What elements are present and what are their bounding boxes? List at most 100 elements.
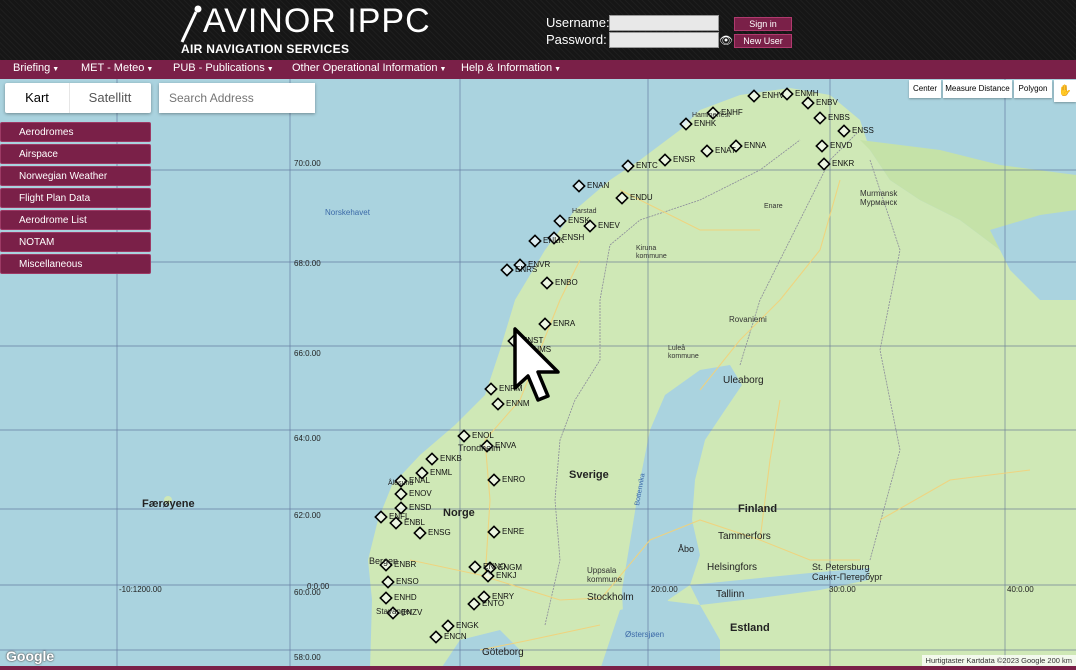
aerodrome-label: ENBV [816, 98, 838, 107]
logo-title: AVINOR IPPC [203, 2, 431, 40]
side-item-norwegian-weather[interactable]: Norwegian Weather [0, 166, 151, 186]
map-type-control: Kart Satellitt [5, 83, 151, 113]
grid-label-lat: 62:0.00 [294, 511, 321, 520]
aerodrome-label: ENBS [828, 113, 850, 122]
measure-distance-button[interactable]: Measure Distance [943, 80, 1012, 98]
aerodrome-label: ENVA [495, 441, 517, 450]
label-enare: Enare [764, 203, 783, 210]
label-tammerfors: Tammerfors [718, 531, 771, 542]
aerodrome-label: ENKB [440, 454, 462, 463]
aerodrome-label: ENOL [472, 431, 494, 440]
aerodrome-label: ENVD [830, 141, 853, 150]
side-menu: Aerodromes Airspace Norwegian Weather Fl… [0, 122, 151, 276]
label-rovaniemi: Rovaniemi [729, 315, 767, 324]
side-item-aerodrome-list[interactable]: Aerodrome List [0, 210, 151, 230]
grid-label-lat: 66:0.00 [294, 349, 321, 358]
aerodrome-label: ENOV [409, 489, 432, 498]
nav-other-ops[interactable]: Other Operational Information ▼ [292, 62, 446, 74]
aerodrome-marker-enrs[interactable] [500, 263, 514, 277]
side-item-notam[interactable]: NOTAM [0, 232, 151, 252]
map-type-kart[interactable]: Kart [5, 83, 70, 113]
nav-pub[interactable]: PUB - Publications ▼ [173, 62, 274, 74]
label-uleaborg: Uleaborg [723, 375, 764, 386]
grid-label-lon: 40:0.00 [1007, 585, 1034, 594]
aerodrome-label: ENAL [409, 476, 430, 485]
aerodrome-label: ENBR [394, 560, 417, 569]
aerodrome-marker-enlk[interactable] [528, 234, 542, 248]
aerodrome-label: ENSH [562, 233, 585, 242]
nav-met[interactable]: MET - Meteo ▼ [81, 62, 153, 74]
password-label: Password: [546, 32, 607, 47]
aerodrome-label: ENSD [409, 503, 432, 512]
aerodrome-label: ENMH [795, 89, 819, 98]
aerodrome-label: ENHV [762, 91, 785, 100]
aerodrome-label: ENNO [483, 562, 507, 571]
aerodrome-label: ENHD [394, 593, 417, 602]
search-address-input[interactable] [159, 83, 315, 113]
chevron-down-icon: ▼ [554, 66, 562, 73]
sign-in-button[interactable]: Sign in [734, 17, 792, 31]
eye-icon[interactable]: 👁 [719, 34, 733, 47]
aerodrome-label: ENSO [396, 577, 419, 586]
logo-icon [180, 5, 202, 43]
map-canvas[interactable]: Norskehavet Færøyene Norge Sverige Finla… [0, 79, 1076, 670]
side-item-miscellaneous[interactable]: Miscellaneous [0, 254, 151, 274]
label-harstad: Harstad [572, 208, 597, 215]
map-attribution[interactable]: Hurtigtaster Kartdata ©2023 Google 200 k… [921, 655, 1076, 666]
chevron-down-icon: ▼ [266, 66, 274, 73]
label-murmansk: Murmansk Мурманск [860, 189, 898, 207]
aerodrome-label: ENSG [428, 528, 451, 537]
hand-pan-icon[interactable]: ✋ [1054, 80, 1076, 102]
aerodrome-label: ENRO [502, 475, 526, 484]
chevron-down-icon: ▼ [146, 66, 154, 73]
nav-label: Briefing [13, 62, 51, 74]
map-type-satellitt[interactable]: Satellitt [69, 83, 151, 113]
username-label: Username: [546, 15, 610, 30]
aerodrome-label: ENRE [502, 527, 525, 536]
username-input[interactable] [609, 15, 719, 31]
label-lulea: Luleå kommune [668, 345, 699, 360]
new-user-button[interactable]: New User [734, 34, 792, 48]
chevron-down-icon: ▼ [52, 66, 60, 73]
nav-label: Help & Information [461, 62, 553, 74]
bottom-bar [0, 666, 1076, 670]
grid-label-lon: 0:0.00 [307, 582, 330, 591]
label-norge: Norge [443, 507, 475, 519]
label-abo: Åbo [678, 544, 695, 554]
grid-label-lat: 70:0.00 [294, 159, 321, 168]
side-item-airspace[interactable]: Airspace [0, 144, 151, 164]
mouse-cursor-icon [513, 327, 560, 402]
aerodrome-label: ENKR [832, 159, 855, 168]
chevron-down-icon: ▼ [439, 66, 447, 73]
aerodrome-marker-enan[interactable] [572, 179, 586, 193]
aerodrome-label: ENTC [636, 161, 658, 170]
main-nav: Briefing ▼ MET - Meteo ▼ PUB - Publication… [0, 60, 1076, 79]
grid-label-lat: 68:0.00 [294, 259, 321, 268]
aerodrome-label: ENTO [482, 599, 505, 608]
aerodrome-label: ENZV [401, 608, 423, 617]
header: AVINOR IPPC AIR NAVIGATION SERVICES User… [0, 0, 1076, 60]
label-stpete: St. Petersburg Санкт-Петербург [812, 562, 883, 582]
aerodrome-label: ENBO [555, 278, 578, 287]
aerodrome-label: ENLK [543, 236, 564, 245]
side-item-flight-plan-data[interactable]: Flight Plan Data [0, 188, 151, 208]
nav-label: PUB - Publications [173, 62, 265, 74]
polygon-button[interactable]: Polygon [1014, 80, 1052, 98]
nav-help[interactable]: Help & Information ▼ [461, 62, 561, 74]
center-button[interactable]: Center [909, 80, 941, 98]
logo-subtitle: AIR NAVIGATION SERVICES [181, 42, 350, 56]
aerodrome-label: ENGK [456, 621, 479, 630]
label-norskehavet: Norskehavet [325, 208, 370, 217]
label-goteborg: Göteborg [482, 647, 524, 658]
grid-label-lat: 64:0.00 [294, 434, 321, 443]
password-input[interactable] [609, 32, 719, 48]
aerodrome-label: ENEV [598, 221, 620, 230]
nav-label: MET - Meteo [81, 62, 145, 74]
side-item-aerodromes[interactable]: Aerodromes [0, 122, 151, 142]
label-estland: Estland [730, 622, 770, 634]
aerodrome-label: ENSR [673, 155, 696, 164]
aerodrome-label: ENBL [404, 518, 425, 527]
aerodrome-label: ENAT [715, 146, 736, 155]
nav-briefing[interactable]: Briefing ▼ [13, 62, 59, 74]
label-tallinn: Tallinn [716, 589, 745, 600]
